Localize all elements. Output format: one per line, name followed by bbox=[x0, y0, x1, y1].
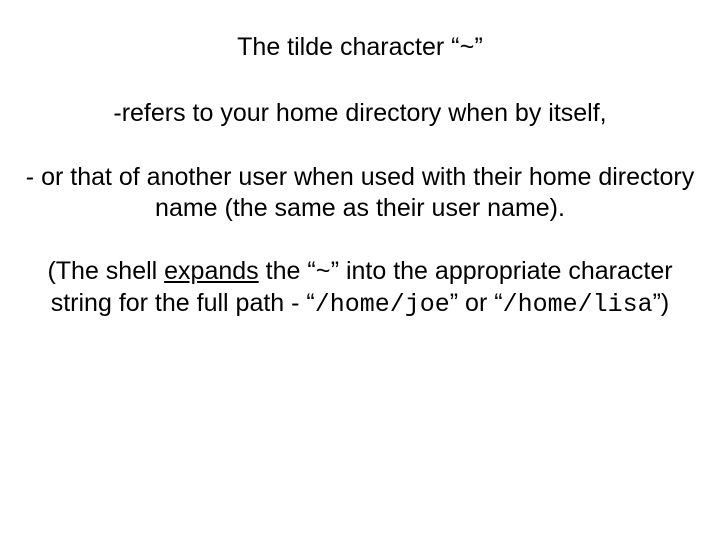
bullet-2: - or that of another user when used with… bbox=[18, 162, 702, 225]
title-line: The tilde character “~” bbox=[18, 32, 702, 64]
p3-text-4: ” or “ bbox=[450, 289, 503, 317]
p3-path1: /home/joe bbox=[315, 290, 450, 319]
p3-text-1: (The shell bbox=[47, 257, 164, 285]
tilde-char: ~ bbox=[459, 34, 474, 63]
p3-text-5: ”) bbox=[653, 289, 670, 317]
paragraph-3: (The shell expands the “~” into the appr… bbox=[18, 256, 702, 321]
title-text-2: ” bbox=[475, 33, 483, 61]
slide: The tilde character “~” -refers to your … bbox=[0, 0, 720, 540]
p3-expands: expands bbox=[164, 257, 259, 285]
p3-tilde: ~ bbox=[316, 258, 331, 287]
p3-text-2: the “ bbox=[259, 257, 316, 285]
p3-path2: /home/lisa bbox=[503, 290, 653, 319]
bullet-1: -refers to your home directory when by i… bbox=[18, 98, 702, 129]
title-text-1: The tilde character “ bbox=[237, 33, 459, 61]
